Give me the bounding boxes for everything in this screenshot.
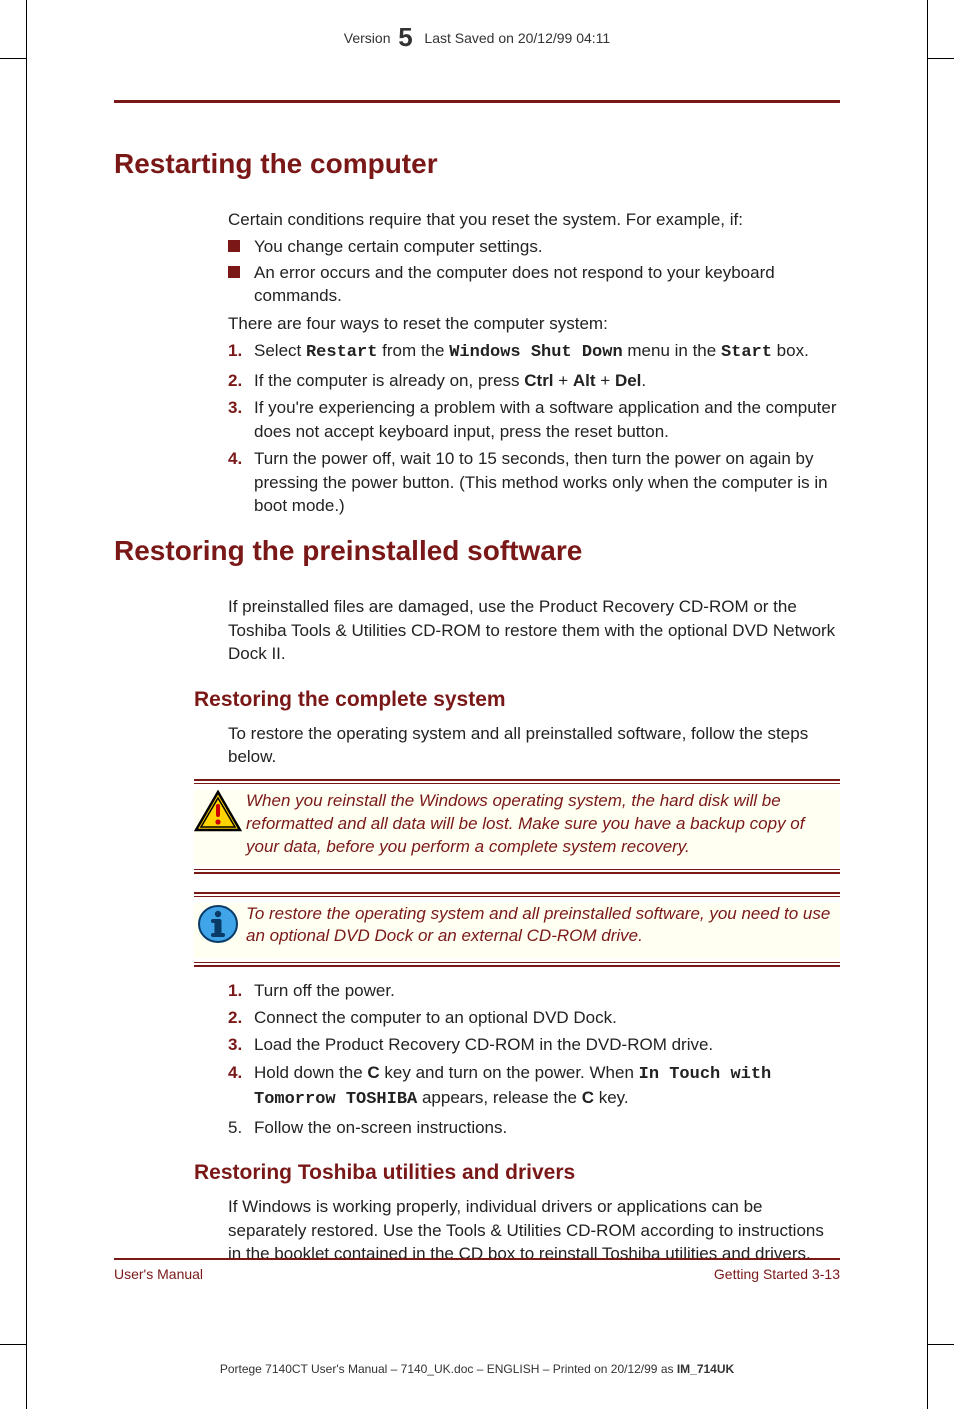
list-item: 5.Follow the on-screen instructions. [228, 1116, 840, 1139]
header-version-number: 5 [398, 22, 412, 52]
list-number: 3. [228, 1033, 242, 1056]
steps-list: 1.Turn off the power. 2.Connect the comp… [228, 979, 840, 1140]
list-item: 2. If the computer is already on, press … [228, 369, 840, 392]
warning-text: When you reinstall the Windows operating… [246, 790, 840, 859]
warning-callout: When you reinstall the Windows operating… [194, 779, 840, 874]
content: Restarting the computer Certain conditio… [114, 130, 840, 1270]
section-body-restoring: If preinstalled files are damaged, use t… [228, 595, 840, 665]
section-title-restoring: Restoring the preinstalled software [114, 535, 840, 567]
para: Certain conditions require that you rese… [228, 208, 840, 231]
footer-row: User's Manual Getting Started 3-13 [114, 1266, 840, 1282]
top-rule [114, 100, 840, 103]
page-header: Version 5 Last Saved on 20/12/99 04:11 [27, 22, 927, 53]
bullet-item: You change certain computer settings. [228, 235, 840, 258]
list-item: 1. Select Restart from the Windows Shut … [228, 339, 840, 364]
para: There are four ways to reset the compute… [228, 312, 840, 335]
info-text: To restore the operating system and all … [246, 903, 840, 949]
list-item: 3.Load the Product Recovery CD-ROM in th… [228, 1033, 840, 1056]
list-number: 2. [228, 369, 242, 392]
subheading-complete-system: Restoring the complete system [194, 688, 840, 712]
list-number: 4. [228, 1061, 242, 1084]
para: To restore the operating system and all … [228, 722, 840, 769]
footer-left: User's Manual [114, 1266, 203, 1282]
bullet-item: An error occurs and the computer does no… [228, 261, 840, 308]
footer-right: Getting Started 3-13 [714, 1266, 840, 1282]
header-suffix: Last Saved on 20/12/99 04:11 [424, 30, 610, 46]
list-item: 4.Turn the power off, wait 10 to 15 seco… [228, 447, 840, 517]
list-item: 3.If you're experiencing a problem with … [228, 396, 840, 443]
list-number: 5. [228, 1116, 242, 1139]
base-footer: Portege 7140CT User's Manual – 7140_UK.d… [27, 1362, 927, 1376]
warning-icon [194, 790, 246, 839]
list-item: 2.Connect the computer to an optional DV… [228, 1006, 840, 1029]
section-body-restarting: Certain conditions require that you rese… [228, 208, 840, 517]
list-number: 2. [228, 1006, 242, 1029]
info-icon [194, 903, 246, 952]
list-number: 1. [228, 979, 242, 1002]
subheading-utilities-drivers: Restoring Toshiba utilities and drivers [194, 1161, 840, 1185]
para: If Windows is working properly, individu… [228, 1195, 840, 1265]
para: If preinstalled files are damaged, use t… [228, 595, 840, 665]
list-number: 4. [228, 447, 242, 470]
info-callout: To restore the operating system and all … [194, 892, 840, 967]
para-wrap: To restore the operating system and all … [228, 722, 840, 769]
list-number: 1. [228, 339, 242, 362]
footer-rule [114, 1258, 840, 1260]
section-title-restarting: Restarting the computer [114, 148, 840, 180]
para-wrap: If Windows is working properly, individu… [228, 1195, 840, 1265]
list-item: 4. Hold down the C key and turn on the p… [228, 1061, 840, 1112]
page: Version 5 Last Saved on 20/12/99 04:11 R… [26, 0, 928, 1409]
list-number: 3. [228, 396, 242, 419]
list-item: 1.Turn off the power. [228, 979, 840, 1002]
header-prefix: Version [344, 30, 391, 46]
